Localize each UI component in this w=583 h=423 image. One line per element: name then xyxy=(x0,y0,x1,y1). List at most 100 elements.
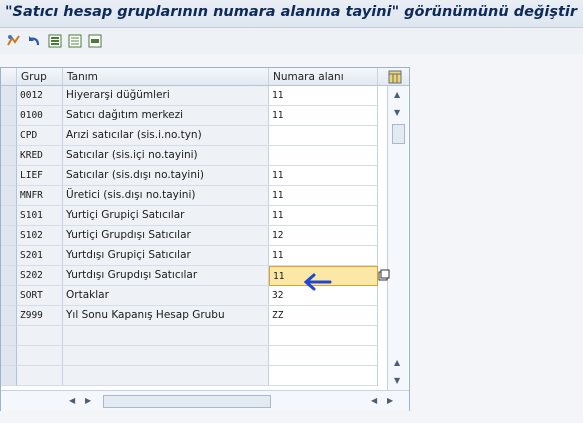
cell-tanim: Yıl Sonu Kapanış Hesap Grubu xyxy=(63,306,269,326)
cell-tanim xyxy=(63,326,269,346)
scroll-up-icon-bottom[interactable]: ▲ xyxy=(394,358,400,367)
cell-numara-input[interactable]: 11 xyxy=(269,86,378,106)
cell-grup: 0012 xyxy=(17,86,63,106)
row-selector[interactable] xyxy=(1,166,17,186)
table-row: 0100 Satıcı dağıtım merkezi 11 xyxy=(1,106,409,126)
cell-tanim: Yurtdışı Grupdışı Satıcılar xyxy=(63,266,269,286)
table-row xyxy=(1,366,409,386)
cell-grup xyxy=(17,326,63,346)
scroll-up-icon[interactable]: ▲ xyxy=(394,90,400,99)
table-row: S101 Yurtiçi Grupiçi Satıcılar 11 xyxy=(1,206,409,226)
select-all-icon[interactable] xyxy=(47,33,63,49)
row-selector[interactable] xyxy=(1,146,17,166)
row-selector[interactable] xyxy=(1,206,17,226)
horizontal-scroll-thumb[interactable] xyxy=(103,395,271,408)
cell-grup xyxy=(17,346,63,366)
row-selector[interactable] xyxy=(1,106,17,126)
cell-grup xyxy=(17,366,63,386)
cursor-pointer-arrow-icon xyxy=(302,273,332,291)
vertical-scrollbar[interactable]: ▲ ▼ ▲ ▼ xyxy=(387,86,408,390)
table-row: LIEF Satıcılar (sis.dışı no.tayini) 11 xyxy=(1,166,409,186)
cell-numara-input[interactable]: ZZ xyxy=(269,306,378,326)
cell-tanim: Satıcılar (sis.içi no.tayini) xyxy=(63,146,269,166)
select-all-rows-corner[interactable] xyxy=(1,68,17,86)
undo-icon[interactable] xyxy=(26,33,42,49)
row-selector[interactable] xyxy=(1,326,17,346)
value-help-button[interactable] xyxy=(378,269,390,281)
table-row: S202 Yurtdışı Grupdışı Satıcılar 11 xyxy=(1,266,409,286)
table-row: S102 Yurtiçi Grupdışı Satıcılar 12 xyxy=(1,226,409,246)
scroll-down-icon-bottom[interactable]: ▼ xyxy=(394,376,400,385)
cell-numara-input[interactable]: 11 xyxy=(269,106,378,126)
row-selector[interactable] xyxy=(1,226,17,246)
cell-tanim: Yurtdışı Grupiçi Satıcılar xyxy=(63,246,269,266)
cell-tanim: Üretici (sis.dışı no.tayini) xyxy=(63,186,269,206)
row-selector[interactable] xyxy=(1,186,17,206)
cell-numara-input[interactable] xyxy=(269,366,378,386)
cell-grup: KRED xyxy=(17,146,63,166)
cell-grup: Z999 xyxy=(17,306,63,326)
cell-numara-input[interactable]: 11 xyxy=(269,166,378,186)
title-bar: "Satıcı hesap gruplarının numara alanına… xyxy=(0,0,583,28)
cell-tanim xyxy=(63,346,269,366)
column-header-numara[interactable]: Numara alanı xyxy=(269,68,378,86)
table-row xyxy=(1,326,409,346)
table-row: 0012 Hiyerarşi düğümleri 11 xyxy=(1,86,409,106)
cell-tanim: Ortaklar xyxy=(63,286,269,306)
scroll-right-icon[interactable]: ▶ xyxy=(85,396,91,405)
row-selector[interactable] xyxy=(1,126,17,146)
cell-numara-input[interactable]: 11 xyxy=(269,246,378,266)
table-row: S201 Yurtdışı Grupiçi Satıcılar 11 xyxy=(1,246,409,266)
cell-tanim: Hiyerarşi düğümleri xyxy=(63,86,269,106)
cell-tanim: Satıcılar (sis.dışı no.tayini) xyxy=(63,166,269,186)
table-row: MNFR Üretici (sis.dışı no.tayini) 11 xyxy=(1,186,409,206)
cell-numara-input[interactable] xyxy=(269,346,378,366)
cell-numara-input[interactable]: 12 xyxy=(269,226,378,246)
column-header-grup[interactable]: Grup xyxy=(17,68,63,86)
table-control: Grup Tanım Numara alanı 0012 Hiyerarşi dü… xyxy=(0,67,410,411)
deselect-all-icon[interactable] xyxy=(67,33,83,49)
block-select-icon[interactable] xyxy=(87,33,103,49)
row-selector[interactable] xyxy=(1,86,17,106)
cell-tanim: Satıcı dağıtım merkezi xyxy=(63,106,269,126)
scroll-right-icon-2[interactable]: ▶ xyxy=(387,396,393,405)
cell-grup: MNFR xyxy=(17,186,63,206)
row-selector[interactable] xyxy=(1,346,17,366)
cell-grup: S202 xyxy=(17,266,63,286)
row-selector[interactable] xyxy=(1,286,17,306)
table-settings-button[interactable] xyxy=(378,68,409,86)
row-selector[interactable] xyxy=(1,246,17,266)
table-row: Z999 Yıl Sonu Kapanış Hesap Grubu ZZ xyxy=(1,306,409,326)
cell-numara-input[interactable]: 11 xyxy=(269,186,378,206)
cell-grup: 0100 xyxy=(17,106,63,126)
cell-tanim xyxy=(63,366,269,386)
table-row: SORT Ortaklar 32 xyxy=(1,286,409,306)
table-row: CPD Arızi satıcılar (sis.i.no.tyn) xyxy=(1,126,409,146)
cell-grup: SORT xyxy=(17,286,63,306)
cell-grup: S102 xyxy=(17,226,63,246)
scroll-left-icon[interactable]: ◀ xyxy=(69,396,75,405)
cell-numara-input[interactable] xyxy=(269,146,378,166)
scroll-left-icon-2[interactable]: ◀ xyxy=(371,396,377,405)
display-change-icon[interactable] xyxy=(6,33,22,49)
page-title: "Satıcı hesap gruplarının numara alanına… xyxy=(5,4,577,20)
cell-grup: CPD xyxy=(17,126,63,146)
cell-tanim: Yurtiçi Grupdışı Satıcılar xyxy=(63,226,269,246)
cell-numara-input[interactable] xyxy=(269,326,378,346)
horizontal-scrollbar[interactable]: ◀ ▶ ◀ ▶ xyxy=(1,390,409,411)
cell-tanim: Arızi satıcılar (sis.i.no.tyn) xyxy=(63,126,269,146)
row-selector[interactable] xyxy=(1,306,17,326)
scroll-down-icon[interactable]: ▼ xyxy=(394,108,400,117)
table-row xyxy=(1,346,409,366)
row-selector[interactable] xyxy=(1,266,17,286)
cell-grup: LIEF xyxy=(17,166,63,186)
toolbar xyxy=(0,28,583,54)
cell-numara-input[interactable] xyxy=(269,126,378,146)
table-row: KRED Satıcılar (sis.içi no.tayini) xyxy=(1,146,409,166)
row-selector[interactable] xyxy=(1,366,17,386)
cell-grup: S101 xyxy=(17,206,63,226)
cell-numara-input[interactable]: 11 xyxy=(269,206,378,226)
cell-grup: S201 xyxy=(17,246,63,266)
scroll-thumb[interactable] xyxy=(392,124,405,144)
column-header-tanim[interactable]: Tanım xyxy=(63,68,269,86)
